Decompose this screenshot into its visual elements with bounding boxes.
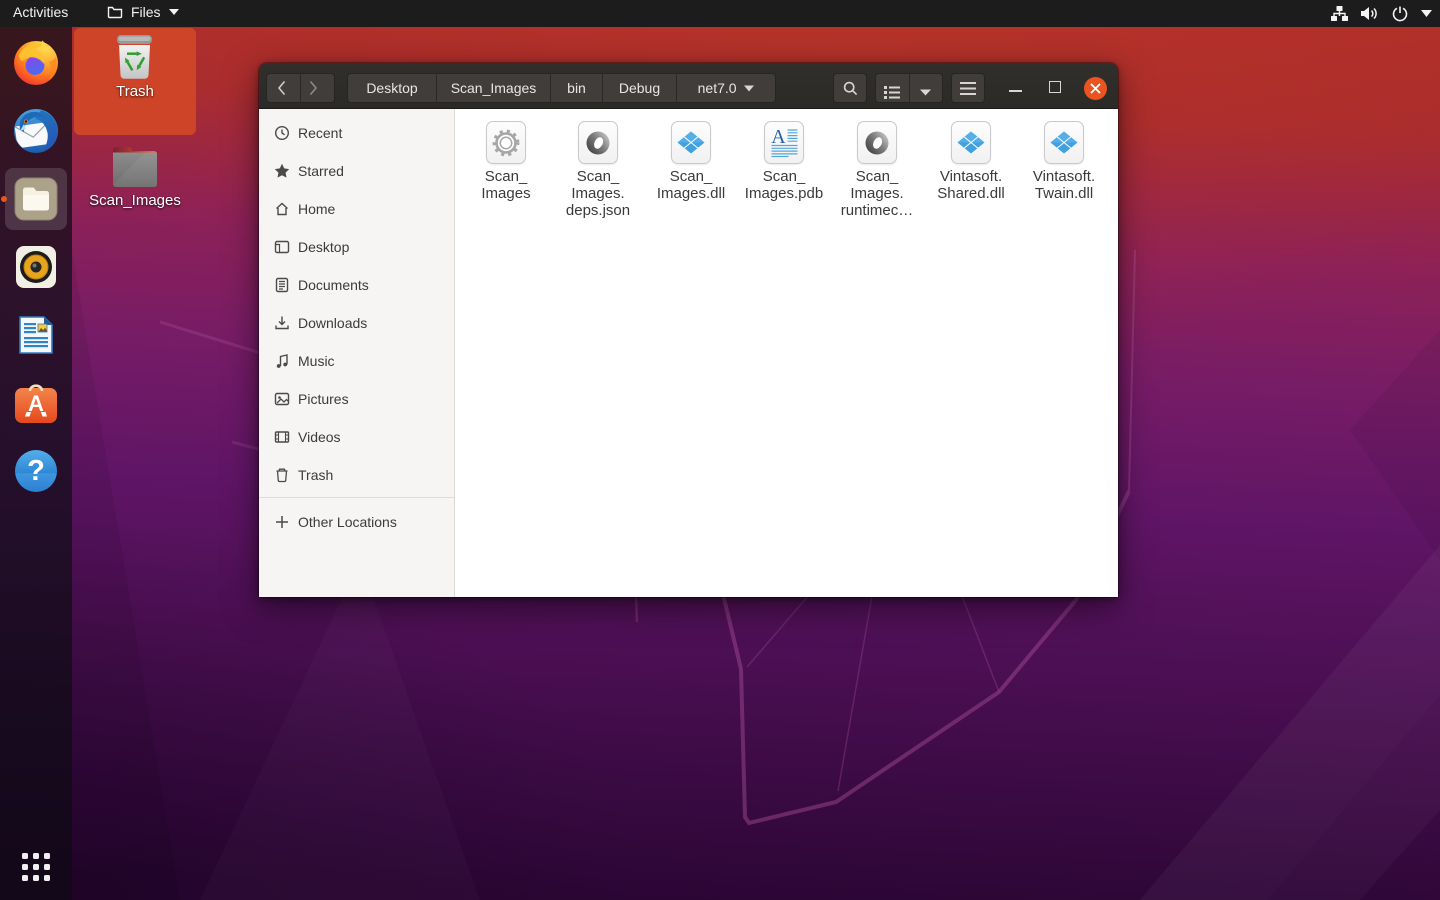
- svg-text:A: A: [771, 126, 786, 148]
- svg-text:?: ?: [27, 455, 45, 487]
